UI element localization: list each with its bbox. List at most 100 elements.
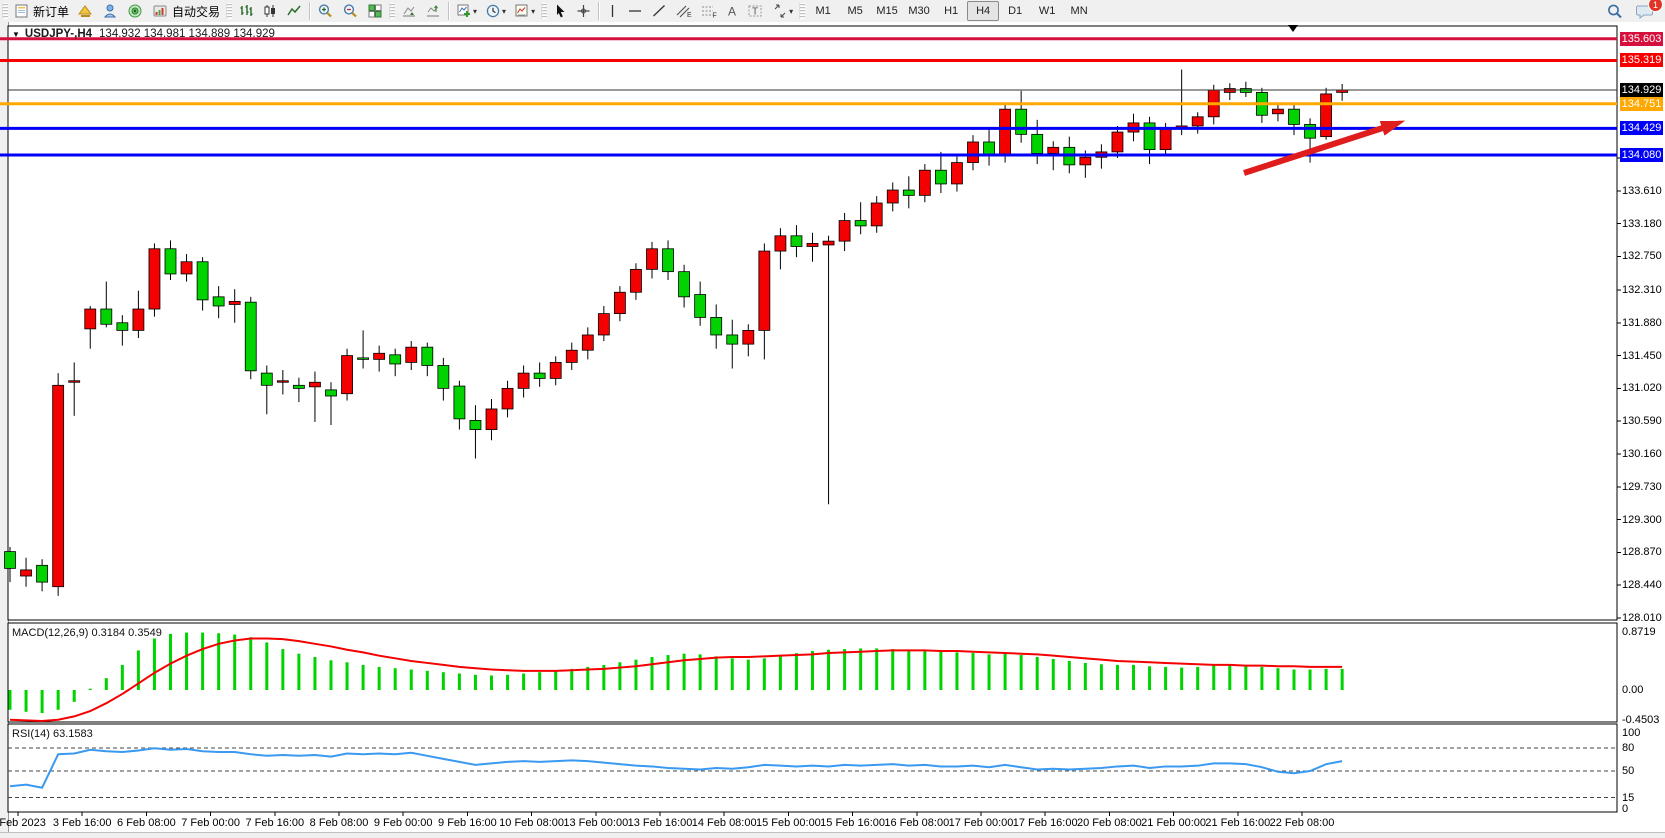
bar-chart-button[interactable]: [234, 0, 258, 22]
tile-windows-icon: [367, 3, 383, 19]
timeframe-m30[interactable]: M30: [903, 1, 935, 21]
templates-button[interactable]: ▾: [510, 0, 539, 22]
cursor-tool-button[interactable]: [549, 0, 572, 22]
new-order-button[interactable]: 新订单: [10, 0, 73, 22]
auto-trading-button[interactable]: 自动交易: [148, 0, 224, 22]
templates-icon: [514, 3, 530, 19]
chart-shift-icon: [425, 3, 441, 19]
time-axis-label: 21 Feb 16:00: [1205, 817, 1270, 829]
time-axis-label: 13 Feb 00:00: [563, 817, 628, 829]
rsi-axis-label: 80: [1622, 742, 1634, 754]
time-axis-label: 22 Feb 08:00: [1270, 817, 1335, 829]
toolbar-grip[interactable]: [541, 3, 547, 19]
chat-button[interactable]: 1: [1632, 0, 1659, 22]
toolbar-separator: [448, 2, 449, 20]
charts-menu-button[interactable]: [73, 0, 98, 22]
timeframe-d1[interactable]: D1: [999, 1, 1031, 21]
macd-axis-label: 0.00: [1622, 684, 1643, 696]
price-line-label: 134.080: [1620, 148, 1663, 162]
horizontal-line-icon: [627, 3, 643, 19]
indicators-button[interactable]: ▾: [452, 0, 481, 22]
text-label-tool-button[interactable]: T: [743, 0, 768, 22]
time-axis-label: 6 Feb 08:00: [117, 817, 176, 829]
fibonacci-tool-button[interactable]: F: [696, 0, 721, 22]
macd-axis-label: -0.4503: [1622, 714, 1659, 726]
signals-button[interactable]: [123, 0, 148, 22]
toolbar-grip[interactable]: [2, 3, 8, 19]
charts-icon: [77, 3, 94, 19]
timeframe-mn[interactable]: MN: [1063, 1, 1095, 21]
timeframe-m1[interactable]: M1: [807, 1, 839, 21]
time-axis-label: 14 Feb 08:00: [692, 817, 757, 829]
price-line-label: 134.429: [1620, 121, 1663, 135]
timeframe-m5[interactable]: M5: [839, 1, 871, 21]
time-axis-label: 3 Feb 2023: [0, 817, 46, 829]
timeframe-w1[interactable]: W1: [1031, 1, 1063, 21]
timeframe-m15[interactable]: M15: [871, 1, 903, 21]
timeframe-h1[interactable]: H1: [935, 1, 967, 21]
text-label-icon: T: [747, 3, 764, 19]
time-axis-label: 9 Feb 16:00: [438, 817, 497, 829]
symbol-menu-icon[interactable]: ▼: [12, 30, 20, 39]
price-axis-label: 131.020: [1622, 382, 1662, 394]
auto-scroll-icon: [401, 3, 417, 19]
text-tool-button[interactable]: A: [721, 0, 743, 22]
horizontal-line-tool-button[interactable]: [623, 0, 647, 22]
toolbar-grip[interactable]: [389, 3, 395, 19]
toolbar-grip[interactable]: [799, 3, 805, 19]
zoom-out-button[interactable]: [338, 0, 363, 22]
chart-shift-button[interactable]: [421, 0, 445, 22]
auto-trading-icon: [152, 3, 169, 19]
macd-label: MACD(12,26,9) 0.3184 0.3549: [12, 627, 162, 639]
search-button[interactable]: [1602, 0, 1628, 22]
time-axis-label: 7 Feb 16:00: [245, 817, 304, 829]
svg-text:A: A: [728, 5, 736, 19]
signals-icon: [127, 3, 144, 19]
crosshair-tool-button[interactable]: [572, 0, 595, 22]
zoom-in-button[interactable]: [313, 0, 338, 22]
svg-text:T: T: [752, 7, 758, 18]
price-axis-label: 130.160: [1622, 448, 1662, 460]
ohlc-values: 134.932 134.981 134.889 134.929: [99, 28, 275, 40]
toolbar-grip[interactable]: [226, 3, 232, 19]
search-icon: [1606, 3, 1624, 20]
text-icon: A: [725, 3, 739, 19]
price-axis-label: 131.450: [1622, 350, 1662, 362]
metaeditor-icon: [102, 3, 119, 19]
periods-button[interactable]: ▾: [481, 0, 510, 22]
symbol-period-label: USDJPY-,H4: [25, 28, 92, 40]
chart-shift-marker[interactable]: [1288, 25, 1298, 32]
equidistant-channel-tool-button[interactable]: E: [671, 0, 696, 22]
svg-text:F: F: [713, 13, 717, 20]
trendline-tool-button[interactable]: [647, 0, 671, 22]
equidistant-channel-icon: E: [675, 3, 692, 19]
price-axis-label: 128.870: [1622, 546, 1662, 558]
new-order-label: 新订单: [33, 3, 69, 20]
time-axis-label: 17 Feb 16:00: [1013, 817, 1078, 829]
clock-icon: [485, 3, 501, 19]
price-axis-label: 128.010: [1622, 612, 1662, 624]
arrows-tool-button[interactable]: ▾: [768, 0, 797, 22]
chart-window[interactable]: [0, 22, 1665, 832]
mt4-terminal: 新订单 自动交易: [0, 0, 1665, 838]
price-line-label: 134.929: [1620, 83, 1663, 97]
time-axis-label: 3 Feb 16:00: [53, 817, 112, 829]
price-line-label: 134.751: [1620, 97, 1663, 111]
tile-windows-button[interactable]: [363, 0, 387, 22]
time-axis-label: 15 Feb 00:00: [756, 817, 821, 829]
line-chart-button[interactable]: [282, 0, 306, 22]
vertical-line-tool-button[interactable]: [602, 0, 623, 22]
rsi-axis-label: 15: [1622, 792, 1634, 804]
auto-scroll-button[interactable]: [397, 0, 421, 22]
time-axis-label: 13 Feb 16:00: [628, 817, 693, 829]
metaeditor-button[interactable]: [98, 0, 123, 22]
window-left-frame: [0, 22, 9, 832]
time-axis-label: 10 Feb 08:00: [499, 817, 564, 829]
price-axis-label: 133.610: [1622, 185, 1662, 197]
timeframe-h4[interactable]: H4: [967, 1, 999, 21]
price-axis-label: 130.590: [1622, 415, 1662, 427]
timeframe-group: M1M5M15M30H1H4D1W1MN: [807, 1, 1095, 21]
candlestick-chart-button[interactable]: [258, 0, 282, 22]
price-axis-label: 132.750: [1622, 250, 1662, 262]
time-axis-label: 15 Feb 16:00: [820, 817, 885, 829]
